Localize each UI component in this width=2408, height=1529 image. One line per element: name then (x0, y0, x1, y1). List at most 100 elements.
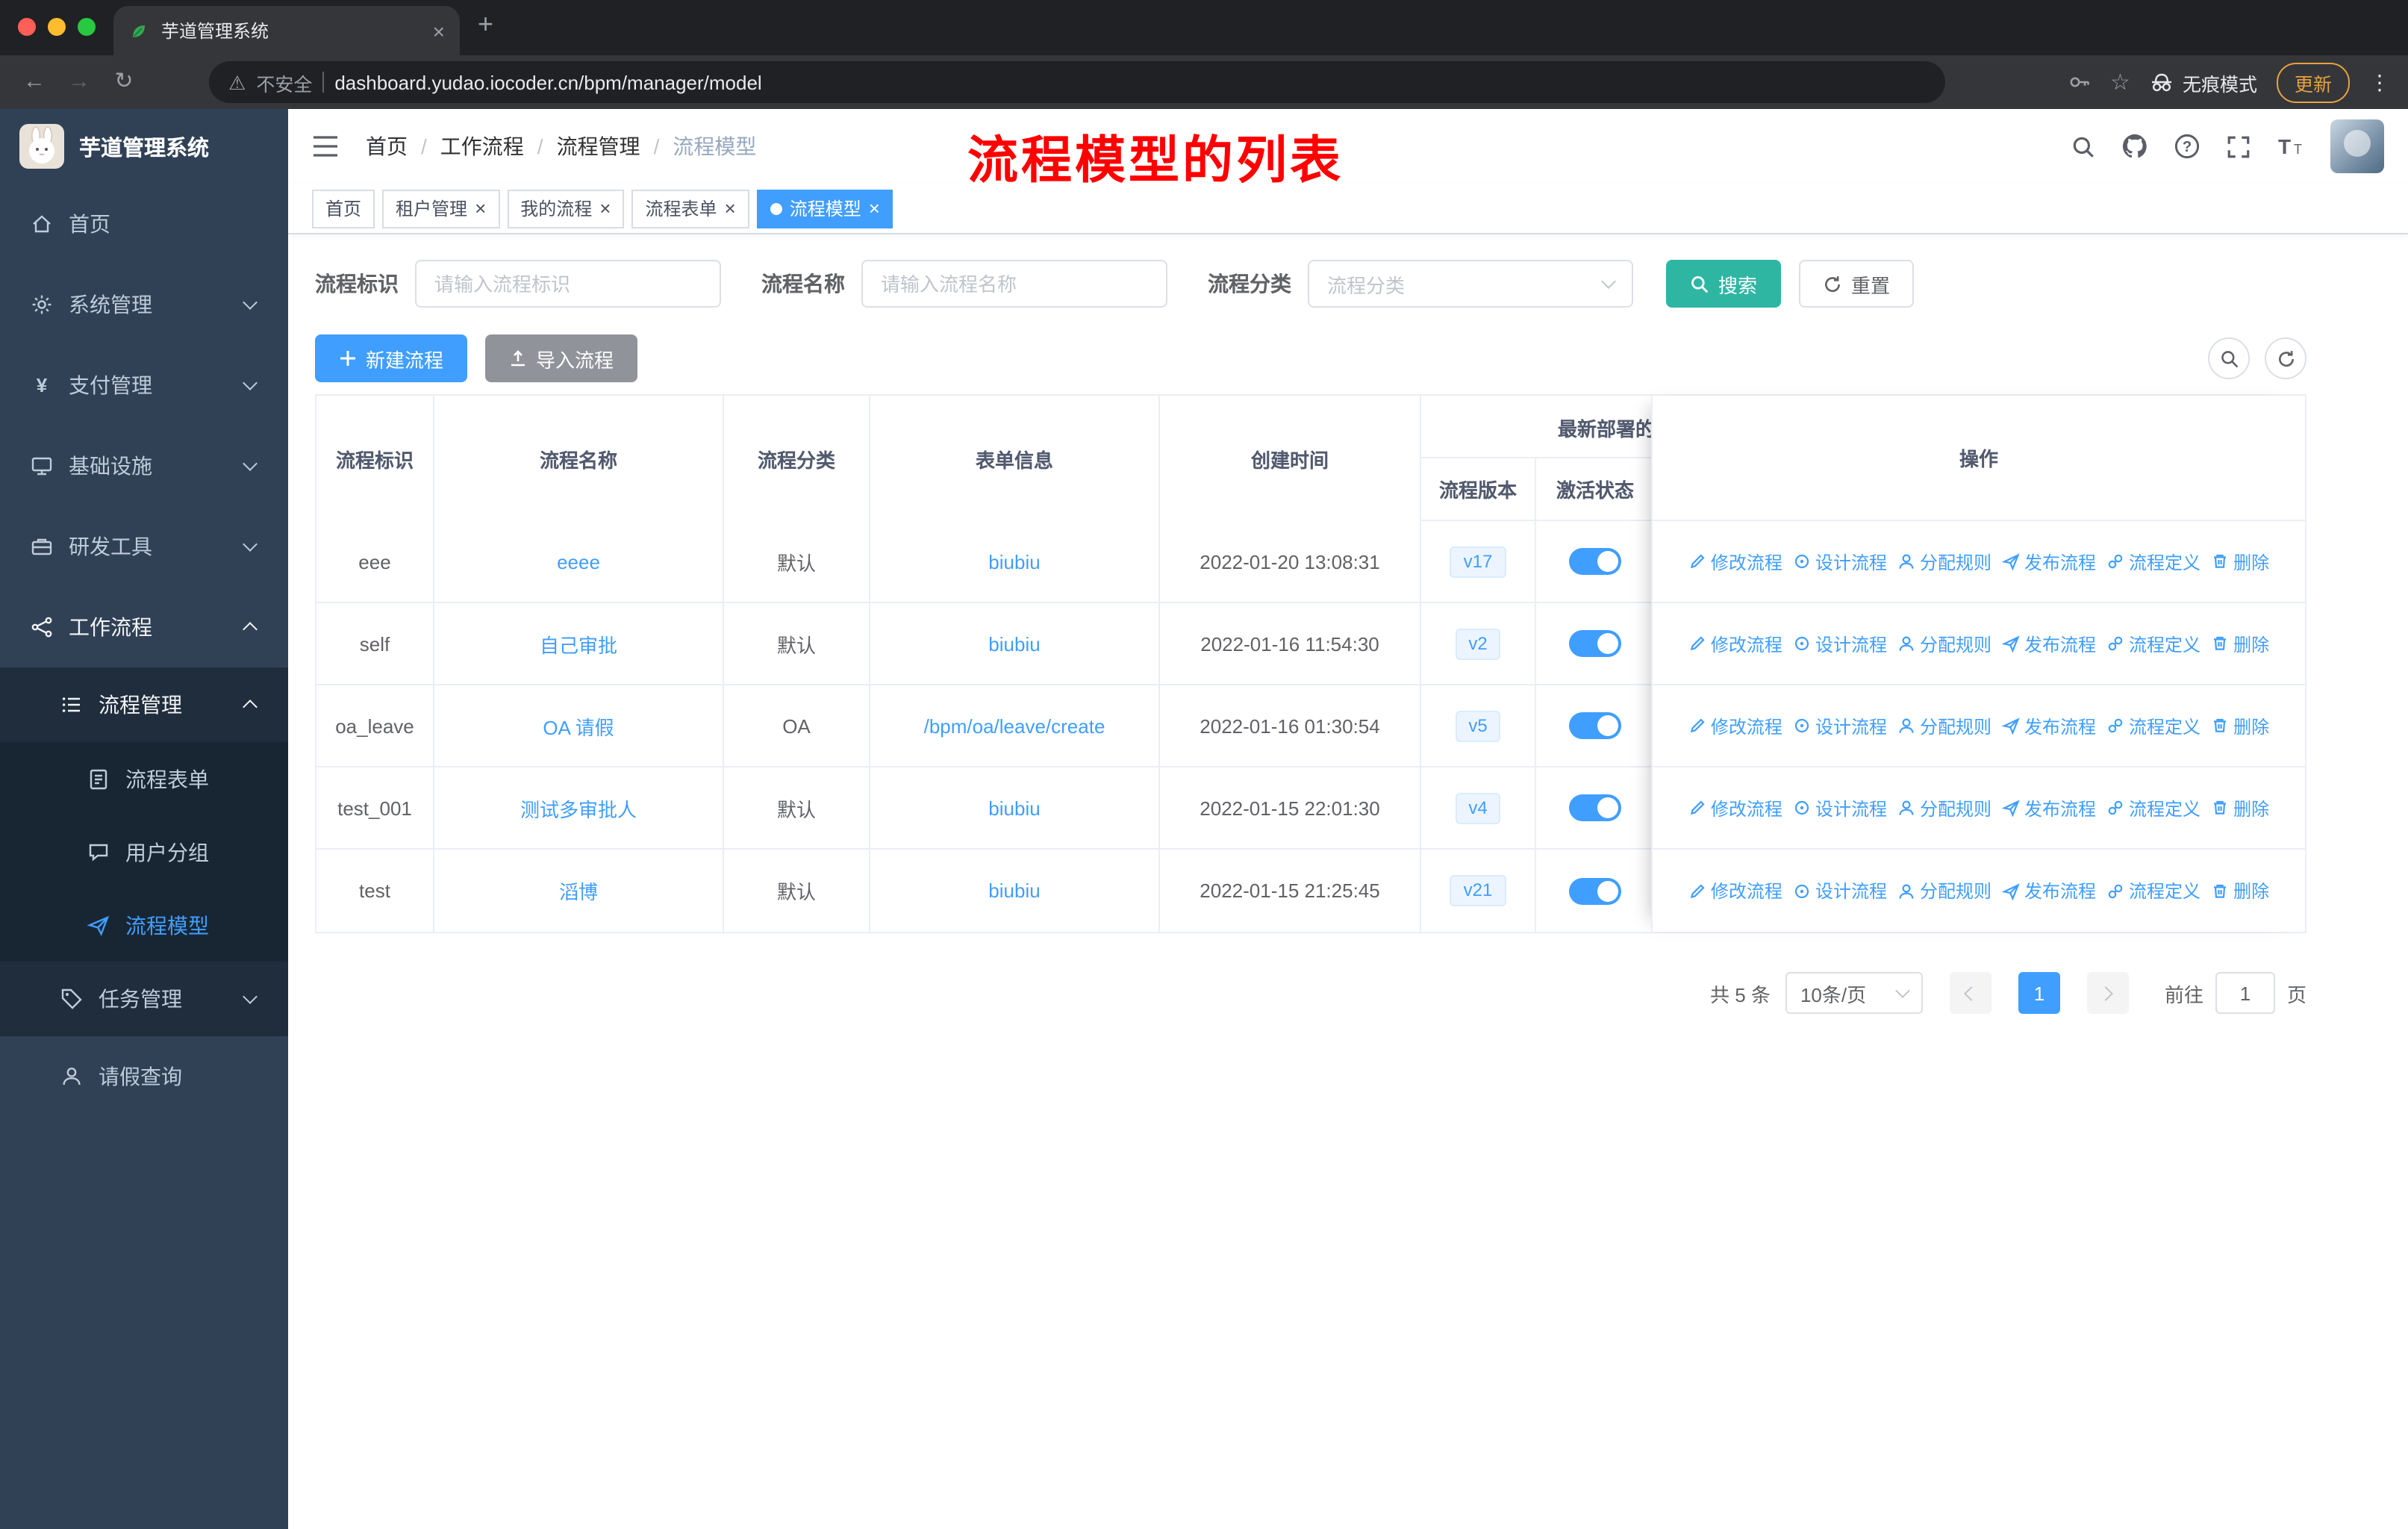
sidebar-item-workflow[interactable]: 工作流程 (0, 587, 288, 667)
address-bar[interactable]: ⚠ 不安全 dashboard.yudao.iocoder.cn/bpm/man… (209, 61, 1945, 103)
close-icon[interactable]: × (599, 199, 611, 218)
action-edit-link[interactable]: 修改流程 (1688, 795, 1782, 820)
sidebar-item-task-mgmt[interactable]: 任务管理 (0, 962, 288, 1036)
action-assign-link[interactable]: 分配规则 (1897, 713, 1991, 738)
hamburger-icon[interactable] (312, 134, 339, 158)
form-info-link[interactable]: biubiu (988, 879, 1040, 902)
active-toggle[interactable] (1569, 794, 1621, 821)
sidebar-item-payment[interactable]: ¥ 支付管理 (0, 345, 288, 426)
zoom-window-button[interactable] (78, 18, 96, 36)
next-page-button[interactable] (2086, 972, 2129, 1014)
action-definition-link[interactable]: 流程定义 (2106, 795, 2200, 820)
back-icon[interactable]: ← (12, 55, 57, 109)
action-design-link[interactable]: 设计流程 (1793, 549, 1887, 574)
action-assign-link[interactable]: 分配规则 (1897, 631, 1991, 656)
form-info-link[interactable]: /bpm/oa/leave/create (924, 714, 1105, 737)
minimize-window-button[interactable] (48, 18, 66, 36)
sidebar-item-user-group[interactable]: 用户分组 (0, 815, 288, 888)
form-info-link[interactable]: biubiu (988, 550, 1040, 573)
action-publish-link[interactable]: 发布流程 (2002, 795, 2096, 820)
version-badge[interactable]: v4 (1455, 792, 1501, 823)
sidebar-item-devtools[interactable]: 研发工具 (0, 506, 288, 587)
reload-icon[interactable]: ↻ (102, 55, 146, 109)
active-toggle[interactable] (1569, 630, 1621, 657)
close-window-button[interactable] (18, 18, 36, 36)
action-publish-link[interactable]: 发布流程 (2002, 878, 2096, 903)
version-badge[interactable]: v2 (1455, 628, 1501, 659)
action-delete-link[interactable]: 删除 (2211, 631, 2269, 656)
action-assign-link[interactable]: 分配规则 (1897, 878, 1991, 903)
sidebar-logo[interactable]: 芋道管理系统 (0, 109, 288, 184)
close-icon[interactable]: × (475, 199, 486, 218)
form-info-link[interactable]: biubiu (988, 632, 1040, 655)
process-name-link[interactable]: 滔博 (559, 876, 598, 905)
tag-home[interactable]: 首页 (312, 189, 375, 228)
create-process-button[interactable]: 新建流程 (315, 334, 468, 382)
action-delete-link[interactable]: 删除 (2211, 795, 2269, 820)
tag-my-process[interactable]: 我的流程 × (507, 189, 625, 228)
prev-page-button[interactable] (1949, 972, 1991, 1014)
action-publish-link[interactable]: 发布流程 (2002, 631, 2096, 656)
action-publish-link[interactable]: 发布流程 (2002, 549, 2096, 574)
reset-button[interactable]: 重置 (1799, 260, 1915, 308)
action-edit-link[interactable]: 修改流程 (1688, 549, 1782, 574)
chrome-update-button[interactable]: 更新 (2276, 62, 2350, 102)
action-design-link[interactable]: 设计流程 (1793, 795, 1887, 820)
process-key-input[interactable] (415, 260, 721, 308)
sidebar-item-process-mgmt[interactable]: 流程管理 (0, 667, 288, 742)
font-size-icon[interactable]: TT (2277, 134, 2305, 158)
action-edit-link[interactable]: 修改流程 (1688, 878, 1782, 903)
tab-close-icon[interactable]: × (433, 20, 445, 41)
breadcrumb-workflow[interactable]: 工作流程 (440, 131, 524, 161)
action-edit-link[interactable]: 修改流程 (1688, 631, 1782, 656)
help-icon[interactable]: ? (2174, 133, 2200, 160)
search-icon[interactable] (2071, 134, 2096, 159)
action-definition-link[interactable]: 流程定义 (2106, 549, 2200, 574)
browser-menu-icon[interactable]: ⋮ (2369, 72, 2390, 93)
breadcrumb-process-mgmt[interactable]: 流程管理 (557, 131, 640, 161)
page-size-select[interactable]: 10条/页 (1785, 972, 1923, 1014)
active-toggle[interactable] (1569, 712, 1621, 739)
tag-process-model[interactable]: 流程模型 × (756, 189, 893, 228)
action-design-link[interactable]: 设计流程 (1793, 631, 1887, 656)
toggle-search-button[interactable] (2208, 337, 2250, 379)
process-name-link[interactable]: 测试多审批人 (520, 794, 637, 822)
action-definition-link[interactable]: 流程定义 (2106, 878, 2200, 903)
refresh-table-button[interactable] (2265, 337, 2306, 379)
action-definition-link[interactable]: 流程定义 (2106, 713, 2200, 738)
active-toggle[interactable] (1569, 548, 1621, 575)
close-icon[interactable]: × (869, 199, 880, 218)
user-avatar[interactable] (2330, 119, 2384, 173)
browser-tab[interactable]: 芋道管理系统 × (113, 6, 460, 55)
github-icon[interactable] (2121, 133, 2148, 160)
category-select[interactable]: 流程分类 (1308, 260, 1633, 308)
sidebar-item-infra[interactable]: 基础设施 (0, 426, 288, 506)
sidebar-item-process-form[interactable]: 流程表单 (0, 742, 288, 815)
action-design-link[interactable]: 设计流程 (1793, 878, 1887, 903)
forward-icon[interactable]: → (57, 55, 102, 109)
process-name-link[interactable]: OA 请假 (543, 711, 614, 740)
action-design-link[interactable]: 设计流程 (1793, 713, 1887, 738)
active-toggle[interactable] (1569, 877, 1621, 904)
action-assign-link[interactable]: 分配规则 (1897, 795, 1991, 820)
action-definition-link[interactable]: 流程定义 (2106, 631, 2200, 656)
tag-tenant[interactable]: 租户管理 × (382, 189, 500, 228)
goto-page-input[interactable] (2215, 972, 2275, 1014)
version-badge[interactable]: v5 (1455, 710, 1501, 741)
password-key-icon[interactable] (2067, 70, 2091, 94)
process-name-link[interactable]: 自己审批 (540, 629, 617, 658)
import-process-button[interactable]: 导入流程 (485, 334, 638, 382)
action-delete-link[interactable]: 删除 (2211, 549, 2269, 574)
sidebar-item-home[interactable]: 首页 (0, 184, 288, 264)
action-assign-link[interactable]: 分配规则 (1897, 549, 1991, 574)
sidebar-item-leave-query[interactable]: 请假查询 (0, 1036, 288, 1117)
fullscreen-icon[interactable] (2226, 134, 2251, 159)
breadcrumb-home[interactable]: 首页 (366, 131, 408, 161)
version-badge[interactable]: v21 (1450, 875, 1506, 906)
tag-process-form[interactable]: 流程表单 × (631, 189, 749, 228)
search-button[interactable]: 搜索 (1666, 260, 1782, 308)
sidebar-item-process-model[interactable]: 流程模型 (0, 888, 288, 962)
action-publish-link[interactable]: 发布流程 (2002, 713, 2096, 738)
action-delete-link[interactable]: 删除 (2211, 878, 2269, 903)
process-name-input[interactable] (861, 260, 1167, 308)
